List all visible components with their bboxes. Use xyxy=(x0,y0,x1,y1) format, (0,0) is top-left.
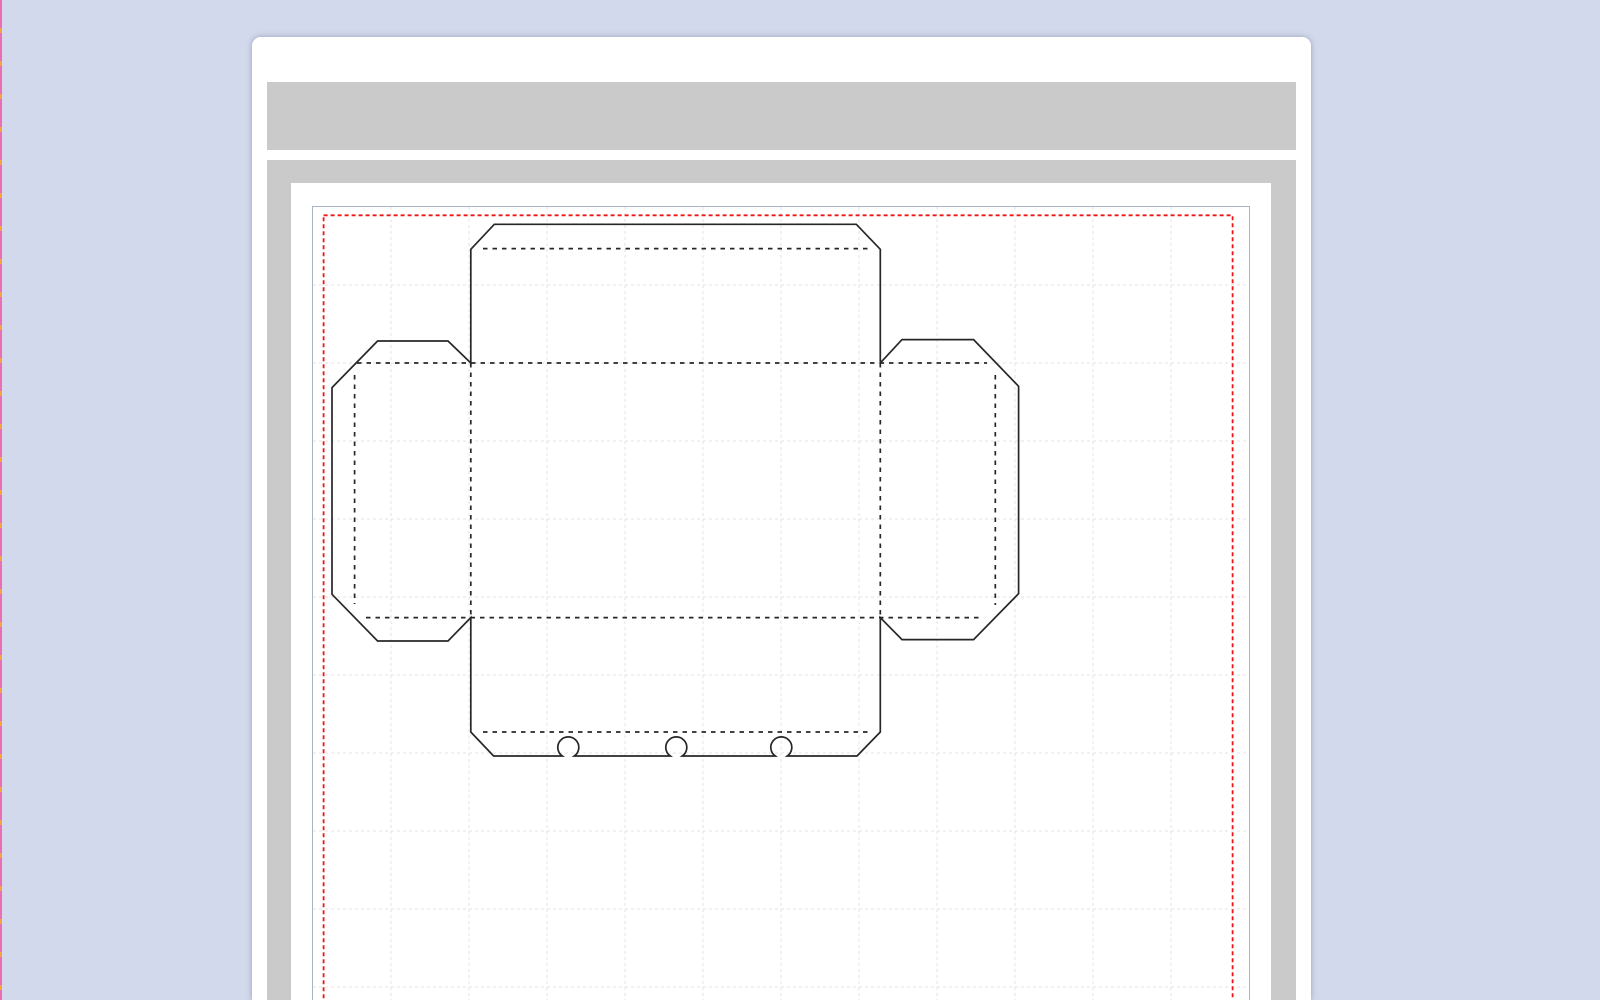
desktop xyxy=(0,0,1600,1000)
workspace-frame xyxy=(267,160,1296,1000)
dieline-cut-outline[interactable] xyxy=(332,224,1019,756)
grid xyxy=(313,207,1249,1000)
screen-edge-highlight xyxy=(0,0,2,1000)
dieline-object[interactable] xyxy=(332,224,1019,756)
page-svg xyxy=(313,207,1249,1000)
window-titlebar[interactable] xyxy=(252,37,1311,82)
page-margin-guide xyxy=(324,215,1233,1000)
toolbar xyxy=(267,82,1296,150)
app-window xyxy=(252,37,1311,1000)
canvas[interactable] xyxy=(291,183,1271,1000)
page xyxy=(312,206,1250,1000)
